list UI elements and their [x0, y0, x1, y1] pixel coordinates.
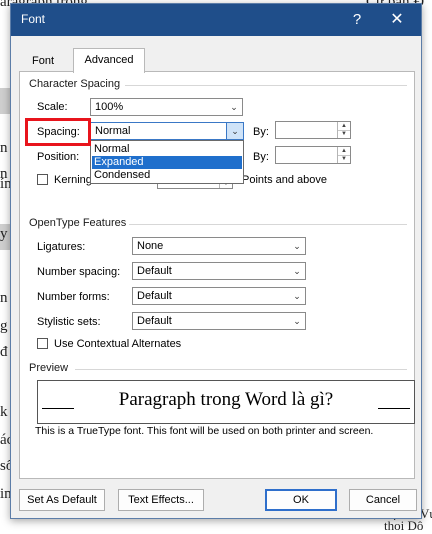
position-by-spinner[interactable]: ▲ ▼ [275, 146, 351, 164]
stylistic-sets-label: Stylistic sets: [37, 316, 101, 328]
tab-advanced[interactable]: Advanced [73, 48, 145, 73]
spacing-option-condensed[interactable]: Condensed [92, 169, 242, 182]
number-forms-combo[interactable]: Default ⌄ [132, 287, 306, 305]
by-label: By: [253, 126, 269, 138]
chevron-down-icon[interactable]: ⌄ [226, 123, 243, 139]
scale-combo[interactable]: 100% ⌄ [90, 98, 243, 116]
spacing-highlight-box [25, 118, 91, 146]
points-label: Points and above [242, 174, 328, 186]
bg-text-fragment: g [0, 318, 8, 334]
help-icon[interactable]: ? [347, 10, 367, 30]
set-as-default-button[interactable]: Set As Default [19, 489, 105, 511]
group-separator [125, 85, 407, 86]
spacing-combo[interactable]: Normal ⌄ [90, 122, 244, 140]
scale-label: Scale: [37, 101, 68, 113]
number-spacing-combo[interactable]: Default ⌄ [132, 262, 306, 280]
scale-value: 100% [95, 101, 124, 113]
cancel-button[interactable]: Cancel [349, 489, 417, 511]
bg-text-fragment: k [0, 404, 8, 420]
preview-box: Paragraph trong Word là gì? [37, 380, 415, 424]
contextual-alternates-checkbox[interactable] [37, 338, 48, 349]
group-separator [75, 369, 407, 370]
bg-text-fragment: n [0, 140, 8, 156]
number-forms-value: Default [137, 290, 172, 302]
position-label: Position: [37, 151, 80, 163]
preview-title: Preview [29, 362, 69, 374]
spacing-by-spinner[interactable]: ▲ ▼ [275, 121, 351, 139]
spin-down-icon[interactable]: ▼ [338, 130, 350, 138]
spacing-value: Normal [95, 125, 131, 137]
spacing-option-expanded[interactable]: Expanded [92, 156, 242, 169]
ligatures-label: Ligatures: [37, 241, 86, 253]
stylistic-sets-value: Default [137, 315, 172, 327]
title-bar: Font ? ✕ [11, 4, 421, 36]
by-label: By: [253, 151, 269, 163]
spacing-option-normal[interactable]: Normal [92, 143, 242, 156]
chevron-down-icon[interactable]: ⌄ [289, 288, 305, 304]
chevron-down-icon[interactable]: ⌄ [289, 313, 305, 329]
contextual-alternates-label: Use Contextual Alternates [54, 338, 182, 350]
stylistic-sets-combo[interactable]: Default ⌄ [132, 312, 306, 330]
chevron-down-icon[interactable]: ⌄ [226, 99, 242, 115]
spin-down-icon[interactable]: ▼ [338, 155, 350, 163]
chevron-down-icon[interactable]: ⌄ [289, 263, 305, 279]
dialog-title: Font [21, 12, 46, 26]
text-effects-button[interactable]: Text Effects... [118, 489, 204, 511]
preview-baseline-right [378, 408, 410, 409]
chevron-down-icon[interactable]: ⌄ [289, 238, 305, 254]
character-spacing-title: Character Spacing [29, 78, 121, 90]
preview-sample-text: Paragraph trong Word là gì? [118, 389, 334, 410]
number-forms-label: Number forms: [37, 291, 110, 303]
ok-button[interactable]: OK [265, 489, 337, 511]
ligatures-combo[interactable]: None ⌄ [132, 237, 306, 255]
number-spacing-label: Number spacing: [37, 266, 121, 278]
bg-text-fragment: y [0, 226, 8, 242]
font-dialog: Font ? ✕ Font Advanced Character Spacing… [10, 3, 422, 519]
tab-font[interactable]: Font [23, 50, 63, 72]
kerning-checkbox[interactable] [37, 174, 48, 185]
bg-shade [0, 88, 10, 114]
bg-text-fragment: n [0, 290, 8, 306]
spacing-dropdown-list[interactable]: Normal Expanded Condensed [90, 140, 244, 184]
opentype-title: OpenType Features [29, 217, 127, 229]
close-icon[interactable]: ✕ [387, 10, 407, 30]
number-spacing-value: Default [137, 265, 172, 277]
preview-note: This is a TrueType font. This font will … [35, 425, 374, 437]
group-separator [129, 224, 407, 225]
ligatures-value: None [137, 240, 164, 252]
bg-text-fragment: đ [0, 344, 8, 360]
